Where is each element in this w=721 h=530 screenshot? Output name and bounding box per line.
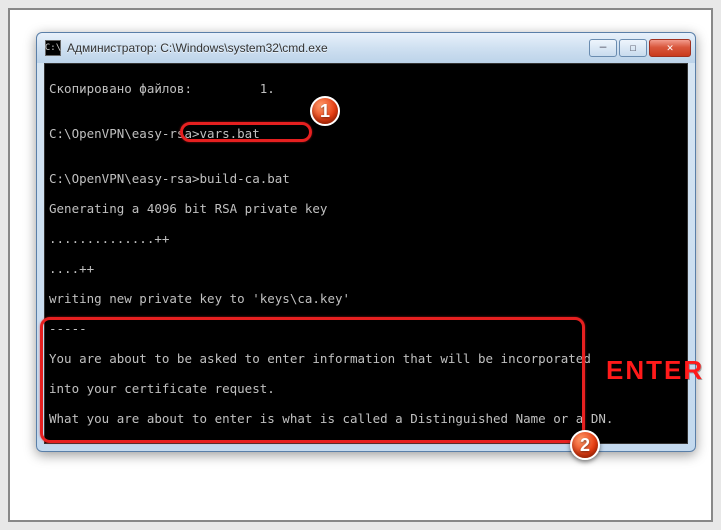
terminal-line: C:\OpenVPN\easy-rsa>build-ca.bat — [49, 171, 683, 186]
terminal-line: You are about to be asked to enter infor… — [49, 351, 683, 366]
terminal-line: Generating a 4096 bit RSA private key — [49, 201, 683, 216]
minimize-button[interactable]: — — [589, 39, 617, 57]
enter-label: ENTER — [606, 355, 704, 386]
cmd-window: C:\ Администратор: C:\Windows\system32\c… — [36, 32, 696, 452]
terminal-line: C:\OpenVPN\easy-rsa>vars.bat — [49, 126, 683, 141]
titlebar[interactable]: C:\ Администратор: C:\Windows\system32\c… — [37, 33, 695, 63]
terminal-line: ....++ — [49, 261, 683, 276]
marker-1: 1 — [310, 96, 340, 126]
terminal-line: ..............++ — [49, 231, 683, 246]
terminal-line: What you are about to enter is what is c… — [49, 411, 683, 426]
terminal-line: Скопировано файлов: 1. — [49, 81, 683, 96]
terminal-line: into your certificate request. — [49, 381, 683, 396]
cmd-icon: C:\ — [45, 40, 61, 56]
marker-2: 2 — [570, 430, 600, 460]
terminal-line: writing new private key to 'keys\ca.key' — [49, 291, 683, 306]
screenshot-frame: C:\ Администратор: C:\Windows\system32\c… — [8, 8, 713, 522]
window-controls: — ☐ ✕ — [589, 39, 691, 57]
close-button[interactable]: ✕ — [649, 39, 691, 57]
terminal-output[interactable]: Скопировано файлов: 1. C:\OpenVPN\easy-r… — [44, 63, 688, 444]
terminal-line: ----- — [49, 321, 683, 336]
window-title: Администратор: C:\Windows\system32\cmd.e… — [67, 41, 589, 55]
maximize-button[interactable]: ☐ — [619, 39, 647, 57]
